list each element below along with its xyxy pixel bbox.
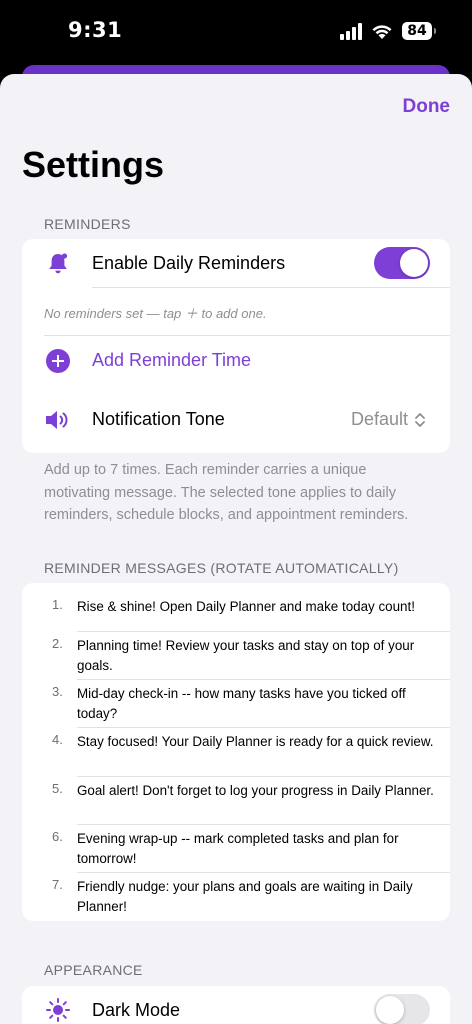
separator — [77, 872, 450, 873]
notification-tone-label: Notification Tone — [92, 409, 225, 429]
dark-mode-label: Dark Mode — [92, 1000, 181, 1020]
speaker-icon — [44, 406, 72, 434]
separator — [77, 727, 450, 728]
separator — [77, 631, 450, 632]
status-time: 9:31 — [68, 18, 123, 42]
separator — [77, 776, 450, 777]
appearance-section-header: APPEARANCE — [44, 962, 143, 978]
dark-mode-toggle[interactable] — [374, 994, 430, 1024]
messages-card: 1. Rise & shine! Open Daily Planner and … — [22, 583, 450, 921]
reminders-footer: Add up to 7 times. Each reminder carries… — [44, 462, 409, 523]
done-button[interactable]: Done — [403, 96, 451, 118]
add-reminder-row[interactable]: Add Reminder Time — [22, 336, 450, 386]
enable-reminders-label: Enable Daily Reminders — [92, 253, 286, 273]
tone-selector[interactable]: Default — [351, 409, 426, 430]
message-text: Rise & shine! Open Daily Planner and mak… — [77, 599, 415, 614]
message-number: 4. — [52, 732, 63, 747]
notification-tone-row[interactable]: Notification Tone Default — [22, 395, 450, 445]
message-number: 1. — [52, 597, 63, 612]
dark-mode-row: Dark Mode — [22, 986, 450, 1024]
message-text: Goal alert! Don't forget to log your pro… — [77, 783, 434, 798]
page-title: Settings — [22, 144, 165, 185]
separator — [77, 824, 450, 825]
separator — [77, 679, 450, 680]
toggle-knob — [376, 996, 404, 1024]
battery-icon: 84 — [402, 22, 436, 40]
message-number: 6. — [52, 829, 63, 844]
message-number: 3. — [52, 684, 63, 699]
messages-section-header: REMINDER MESSAGES (ROTATE AUTOMATICALLY) — [44, 560, 399, 576]
appearance-card: Dark Mode — [22, 986, 450, 1024]
status-icons: 84 — [340, 22, 436, 40]
message-text: Mid-day check-in -- how many tasks have … — [77, 686, 406, 721]
reminders-section-header: REMINDERS — [44, 216, 131, 232]
reminders-card: Enable Daily Reminders No reminders set … — [22, 239, 450, 453]
separator — [92, 287, 450, 288]
message-number: 2. — [52, 636, 63, 651]
wifi-icon — [372, 24, 392, 39]
message-number: 5. — [52, 781, 63, 796]
settings-sheet: Done Settings REMINDERS Enable Daily Rem… — [0, 74, 472, 1024]
sun-icon — [44, 996, 72, 1024]
enable-reminders-row: Enable Daily Reminders — [22, 239, 450, 289]
cellular-signal-icon — [340, 22, 362, 40]
chevron-up-down-icon — [415, 412, 425, 427]
no-reminders-hint: No reminders set — tap ＋ to add one. — [44, 306, 267, 321]
plus-circle-icon — [44, 347, 72, 375]
message-text: Friendly nudge: your plans and goals are… — [77, 879, 413, 914]
tone-value: Default — [350, 409, 408, 429]
message-text: Planning time! Review your tasks and sta… — [77, 638, 415, 673]
bell-icon — [44, 250, 72, 278]
toggle-knob — [400, 249, 428, 277]
add-reminder-label: Add Reminder Time — [92, 350, 252, 370]
message-number: 7. — [52, 877, 63, 892]
message-text: Stay focused! Your Daily Planner is read… — [77, 734, 434, 749]
status-bar: 9:31 84 — [0, 0, 472, 64]
enable-reminders-toggle[interactable] — [374, 247, 430, 279]
message-text: Evening wrap-up -- mark completed tasks … — [77, 831, 399, 866]
